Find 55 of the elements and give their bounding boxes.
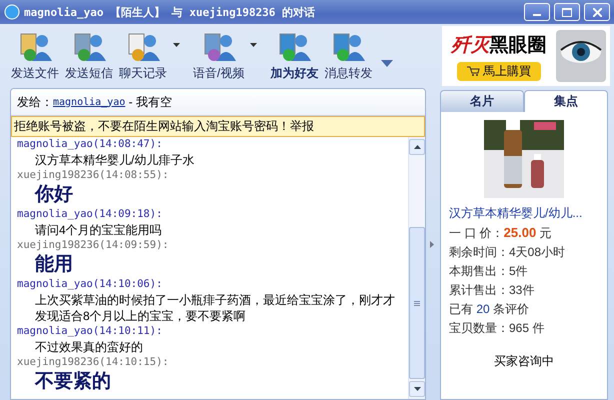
app-icon — [4, 4, 20, 20]
side-tab[interactable]: 集点 — [524, 90, 608, 112]
message-header: magnolia_yao(14:08:47): — [17, 137, 164, 152]
message-header: xuejing198236(14:09:59): — [17, 238, 170, 253]
message-header: xuejing198236(14:10:15): — [17, 355, 170, 370]
close-icon — [592, 8, 602, 16]
up-arrow-icon — [414, 145, 420, 149]
maximize-button[interactable] — [554, 3, 580, 21]
message-text: 不要紧的 — [34, 370, 112, 394]
recipient-status: - 我有空 — [128, 94, 172, 110]
status-text: 买家咨询中 — [493, 353, 555, 370]
toolbar-button[interactable]: 聊天记录 — [116, 30, 190, 82]
product-detail: 本期售出：5件 — [449, 263, 529, 279]
recipient-label: 发给： — [17, 94, 53, 110]
message-text: 不过效果真的蛮好的 — [34, 339, 144, 355]
toolbar-button[interactable]: 发送短信 — [62, 30, 116, 82]
scrollbar-thumb[interactable] — [409, 227, 425, 379]
scroll-down-button[interactable] — [409, 381, 425, 397]
product-detail: 宝贝数量：965 件 — [449, 320, 546, 336]
buy-now-button[interactable]: 馬上購買 — [457, 62, 541, 80]
dropdown-caret-icon — [173, 43, 180, 47]
message-text: 上次买紫草油的时候拍了一小瓶痱子药酒，最近给宝宝涂了，刚才才发现适合8个月以上的宝宝，要不要紧啊 — [34, 292, 396, 324]
maximize-icon — [562, 8, 572, 16]
message-text: 汉方草本精华婴儿/幼儿痱子水 — [34, 152, 196, 168]
product-detail: 已有 20 条评价 — [449, 301, 530, 317]
message-header: magnolia_yao(14:10:11): — [17, 324, 164, 339]
recipient-link[interactable]: magnolia_yao — [53, 96, 126, 108]
scroll-up-button[interactable] — [409, 139, 425, 155]
ad-headline: 歼灭黑眼圈 — [452, 34, 546, 58]
message-header: magnolia_yao(14:10:06): — [17, 277, 164, 292]
message-header: magnolia_yao(14:09:18): — [17, 207, 164, 222]
message-header: xuejing198236(14:08:55): — [17, 168, 170, 183]
message-text: 能用 — [34, 253, 74, 277]
down-arrow-icon — [414, 387, 420, 391]
toolbar-button[interactable]: 消息转发 — [321, 30, 376, 82]
close-button[interactable] — [584, 3, 610, 21]
window-title: magnolia_yao 【陌生人】 与 xuejing198236 的对话 — [24, 4, 316, 20]
toolbar-button[interactable]: 语音/视频 — [190, 30, 268, 82]
more-caret-icon[interactable] — [381, 60, 394, 66]
dropdown-caret-icon — [250, 43, 258, 47]
product-detail: 累计售出：33件 — [449, 282, 536, 298]
message-text: 你好 — [34, 183, 74, 207]
cart-icon — [467, 66, 480, 76]
message-text: 请问4个月的宝宝能用吗 — [34, 222, 163, 238]
product-detail: 剩余时间：4天08小时 — [449, 244, 566, 260]
collapse-arrow-icon[interactable] — [430, 240, 434, 248]
product-detail: 一 口 价：25.00 元 — [449, 225, 553, 241]
product-link[interactable]: 汉方草本精华婴儿/幼儿... — [449, 205, 599, 222]
toolbar-button[interactable]: 加为好友 — [267, 30, 322, 82]
minimize-button[interactable] — [524, 3, 550, 21]
document-person-icon — [18, 30, 52, 62]
security-warning: 拒绝账号被盗，不要在陌生网站输入淘宝账号密码！举报 — [11, 116, 425, 137]
side-tab[interactable]: 名片 — [440, 90, 524, 112]
toolbar-button[interactable]: 发送文件 — [8, 30, 62, 82]
grip-icon — [414, 300, 420, 306]
